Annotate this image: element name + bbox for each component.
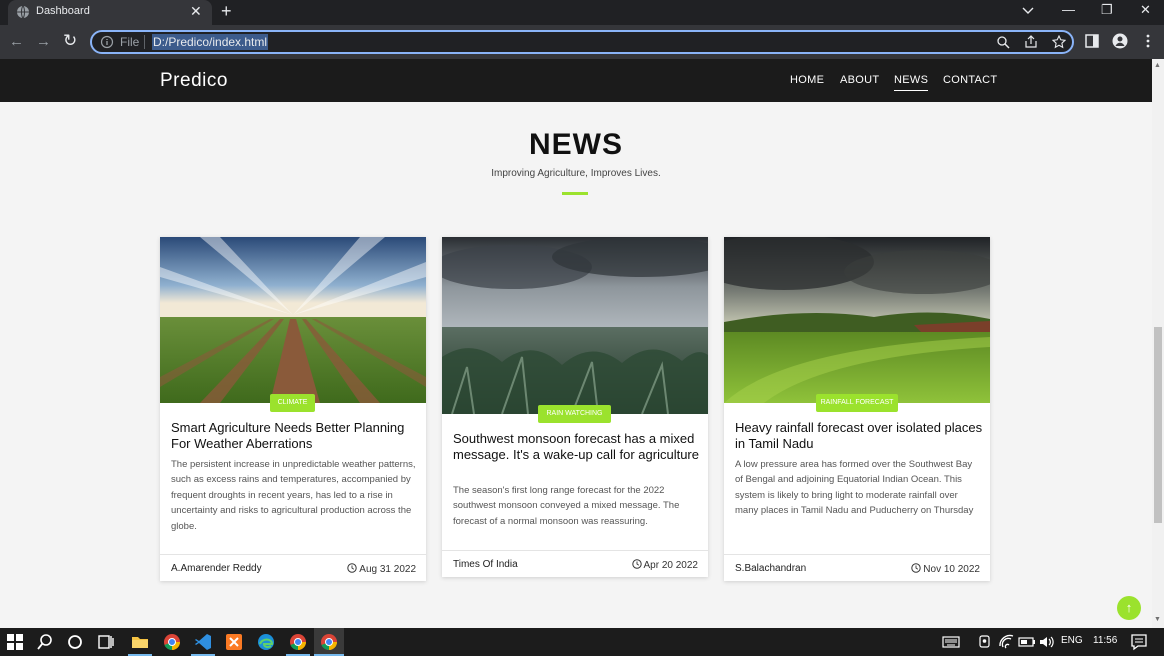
card-description: A low pressure area has formed over the …: [735, 459, 974, 517]
card-title[interactable]: Smart Agriculture Needs Better Planning …: [171, 420, 419, 452]
chrome-icon: [321, 634, 337, 651]
card-date-text: Apr 20 2022: [643, 560, 699, 571]
language-indicator[interactable]: ENG: [1061, 635, 1083, 646]
forward-button[interactable]: →: [36, 33, 51, 50]
card-date-text: Nov 10 2022: [923, 564, 980, 575]
section-title: NEWS: [529, 128, 623, 161]
chrome-active-tile[interactable]: [314, 628, 344, 656]
url-separator: [144, 35, 145, 49]
tab-search-icon[interactable]: [1022, 6, 1034, 16]
card-date: Aug 31 2022: [347, 563, 416, 575]
url-text[interactable]: D:/Predico/index.html: [152, 34, 269, 50]
people-icon[interactable]: [976, 633, 994, 651]
nav-contact[interactable]: CONTACT: [943, 74, 997, 86]
card-title[interactable]: Southwest monsoon forecast has a mixed m…: [453, 431, 701, 463]
card-author: S.Balachandran: [735, 563, 807, 574]
globe-icon: [17, 5, 29, 19]
section-subtitle: Improving Agriculture, Improves Lives.: [491, 168, 661, 179]
back-to-top-button[interactable]: ↑: [1117, 596, 1141, 620]
title-underline: [562, 192, 588, 195]
clock-icon: [631, 559, 642, 569]
reload-button[interactable]: ↻: [63, 31, 77, 51]
battery-icon[interactable]: [1018, 633, 1036, 651]
minimize-button[interactable]: —: [1062, 2, 1075, 17]
clock-icon: [347, 563, 357, 573]
cortana-icon[interactable]: [66, 633, 84, 651]
wifi-icon[interactable]: [998, 633, 1016, 651]
scrollbar-thumb[interactable]: [1154, 327, 1162, 523]
side-panel-icon[interactable]: [1084, 33, 1100, 49]
bookmark-star-icon[interactable]: [1052, 35, 1066, 49]
card-description: The persistent increase in unpredictable…: [171, 459, 416, 532]
address-bar[interactable]: File D:/Predico/index.html: [90, 30, 1074, 54]
vscode-icon[interactable]: [194, 633, 212, 651]
system-clock[interactable]: 11:56: [1093, 635, 1117, 646]
new-tab-button[interactable]: +: [221, 1, 232, 22]
category-badge[interactable]: CLIMATE: [270, 394, 315, 412]
chrome-icon[interactable]: [163, 633, 181, 651]
file-explorer-icon[interactable]: [131, 633, 149, 651]
menu-kebab-icon[interactable]: [1140, 33, 1156, 49]
scroll-up-arrow-icon[interactable]: ▲: [1154, 62, 1161, 69]
page-scrollbar[interactable]: ▲ ▼: [1152, 59, 1164, 628]
share-icon[interactable]: [1024, 35, 1038, 49]
card-footer: S.Balachandran Nov 10 2022: [724, 554, 990, 581]
zoom-icon[interactable]: [996, 35, 1010, 49]
web-page: Predico HOME ABOUT NEWS CONTACT NEWS Imp…: [0, 59, 1152, 628]
xampp-icon[interactable]: [225, 633, 243, 651]
category-badge[interactable]: RAIN WATCHING: [538, 405, 611, 423]
card-date: Apr 20 2022: [631, 559, 699, 571]
site-logo[interactable]: Predico: [160, 70, 228, 92]
news-card[interactable]: CLIMATE Smart Agriculture Needs Better P…: [160, 237, 426, 581]
profile-icon[interactable]: [1112, 33, 1128, 49]
search-icon[interactable]: [36, 633, 54, 651]
card-author: Times Of India: [453, 559, 518, 570]
back-button[interactable]: ←: [9, 33, 24, 50]
nav-news[interactable]: NEWS: [894, 74, 929, 91]
browser-toolbar: ← → ↻ File D:/Predico/index.html: [0, 25, 1164, 59]
card-image-rainy-field[interactable]: [442, 237, 708, 414]
tab-close-icon[interactable]: ✕: [190, 3, 202, 20]
edge-icon[interactable]: [257, 633, 275, 651]
windows-taskbar: ENG 11:56: [0, 628, 1164, 656]
url-scheme-label: File: [120, 35, 140, 49]
notification-center-icon[interactable]: [1130, 633, 1148, 651]
chrome-icon[interactable]: [289, 633, 307, 651]
browser-tab[interactable]: Dashboard ✕: [8, 0, 212, 25]
card-description: The season's first long range forecast f…: [453, 485, 680, 527]
site-navbar: Predico HOME ABOUT NEWS CONTACT: [0, 59, 1152, 102]
restore-button[interactable]: ❐: [1101, 2, 1113, 18]
browser-tabstrip: Dashboard ✕ + — ❐ ✕: [0, 0, 1164, 25]
news-card[interactable]: RAIN WATCHING Southwest monsoon forecast…: [442, 237, 708, 577]
scroll-down-arrow-icon[interactable]: ▼: [1154, 616, 1161, 623]
tab-title: Dashboard: [36, 5, 90, 17]
clock-icon: [911, 563, 921, 573]
keyboard-touch-icon[interactable]: [942, 633, 960, 651]
card-author: A.Amarender Reddy: [171, 563, 262, 574]
close-window-button[interactable]: ✕: [1140, 2, 1151, 18]
card-footer: Times Of India Apr 20 2022: [442, 550, 708, 577]
card-date-text: Aug 31 2022: [359, 564, 416, 575]
task-view-icon[interactable]: [97, 633, 115, 651]
card-image-green-meadow[interactable]: [724, 237, 990, 403]
card-date: Nov 10 2022: [911, 563, 980, 575]
news-card[interactable]: RAINFALL FORECAST Heavy rainfall forecas…: [724, 237, 990, 581]
category-badge[interactable]: RAINFALL FORECAST: [816, 394, 898, 412]
card-image-field-sunrise[interactable]: [160, 237, 426, 403]
info-icon[interactable]: [100, 35, 114, 49]
nav-about[interactable]: ABOUT: [840, 74, 879, 86]
windows-start-icon[interactable]: [6, 633, 24, 651]
card-footer: A.Amarender Reddy Aug 31 2022: [160, 554, 426, 581]
card-title[interactable]: Heavy rainfall forecast over isolated pl…: [735, 420, 983, 452]
nav-home[interactable]: HOME: [790, 74, 824, 86]
volume-icon[interactable]: [1038, 633, 1056, 651]
